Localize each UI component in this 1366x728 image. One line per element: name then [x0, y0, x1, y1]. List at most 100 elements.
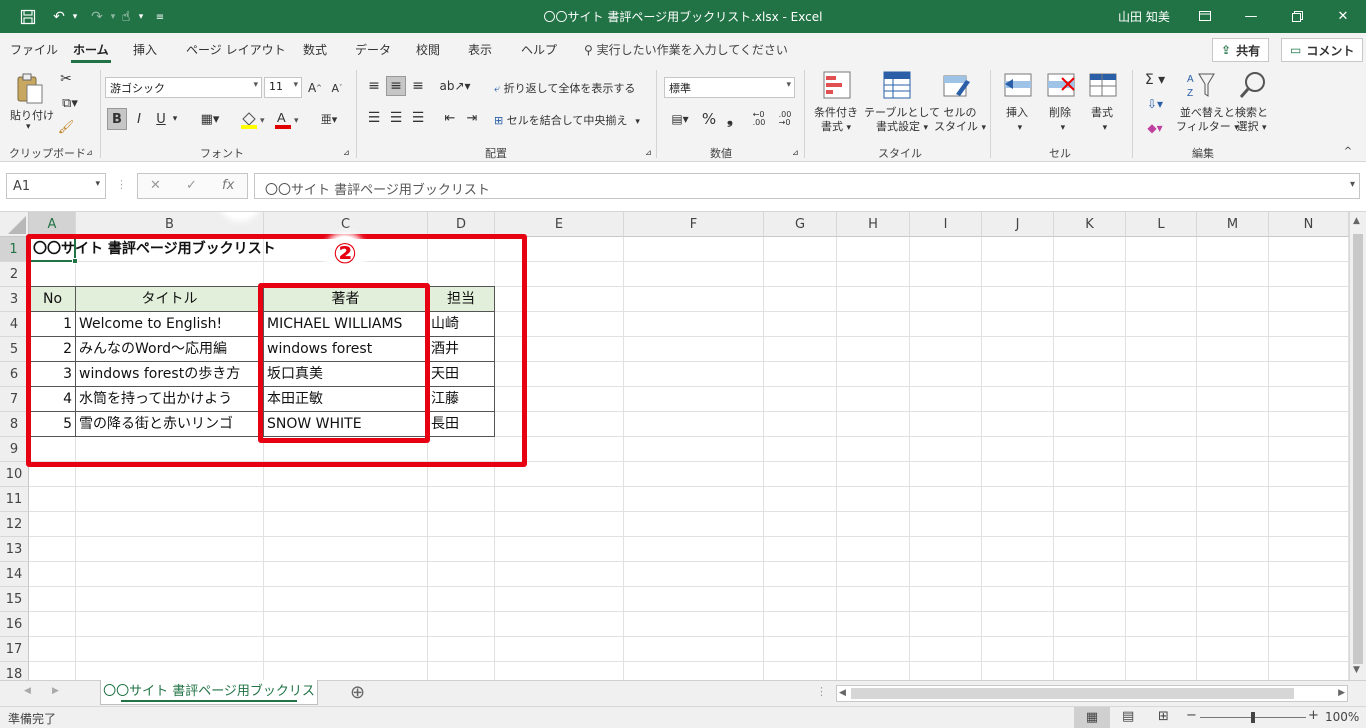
- tab-file[interactable]: ファイル: [10, 41, 58, 58]
- row-header-15[interactable]: 15: [0, 587, 29, 612]
- sort-filter-icon[interactable]: AZ: [1186, 70, 1216, 100]
- table-cell-title[interactable]: みんなのWord〜応用編: [76, 337, 263, 362]
- format-cells-button[interactable]: 書式 ▾: [1091, 106, 1113, 135]
- column-header-f[interactable]: F: [624, 212, 764, 237]
- collapse-ribbon-icon[interactable]: ^: [1340, 144, 1356, 158]
- table-cell-title[interactable]: 水筒を持って出かけよう: [76, 387, 263, 412]
- row-header-5[interactable]: 5: [0, 337, 29, 362]
- column-header-l[interactable]: L: [1126, 212, 1197, 237]
- row-header-14[interactable]: 14: [0, 562, 29, 587]
- row-header-16[interactable]: 16: [0, 612, 29, 637]
- scroll-up-icon[interactable]: ▲: [1353, 216, 1360, 226]
- paste-label[interactable]: 貼り付け: [10, 107, 54, 123]
- conditional-formatting-icon[interactable]: [822, 70, 852, 100]
- font-name-combo[interactable]: 游ゴシック ▾: [105, 77, 262, 98]
- table-cell-owner[interactable]: 長田: [428, 412, 494, 437]
- number-format-combo[interactable]: 標準 ▾: [664, 77, 795, 98]
- formula-input[interactable]: 〇〇サイト 書評ページ用ブックリスト ▾: [254, 173, 1360, 199]
- row-header-9[interactable]: 9: [0, 437, 29, 462]
- column-header-g[interactable]: G: [764, 212, 837, 237]
- tab-split-handle-icon[interactable]: ⋮: [816, 685, 827, 698]
- column-header-n[interactable]: N: [1269, 212, 1349, 237]
- row-header-17[interactable]: 17: [0, 637, 29, 662]
- accounting-format-icon[interactable]: ▤▾: [664, 108, 696, 130]
- underline-button[interactable]: U: [152, 108, 170, 130]
- decrease-decimal-icon[interactable]: .00 →0: [774, 108, 796, 130]
- column-header-d[interactable]: D: [428, 212, 495, 237]
- sheet-next-icon[interactable]: ▶: [52, 686, 59, 696]
- font-size-combo[interactable]: 11 ▾: [264, 77, 302, 98]
- table-header-title[interactable]: タイトル: [76, 287, 263, 312]
- table-cell-owner[interactable]: 山崎: [428, 312, 494, 337]
- phonetic-icon[interactable]: 亜▾: [314, 108, 344, 130]
- zoom-slider-thumb[interactable]: [1251, 712, 1255, 723]
- bold-button[interactable]: B: [107, 108, 127, 130]
- delete-cells-icon[interactable]: [1046, 70, 1076, 100]
- insert-cells-button[interactable]: 挿入 ▾: [1006, 106, 1028, 135]
- row-header-8[interactable]: 8: [0, 412, 29, 437]
- font-color-icon[interactable]: A ▾: [272, 108, 302, 130]
- paste-dropdown-icon[interactable]: ▾: [26, 122, 31, 132]
- expand-formula-icon[interactable]: ▾: [1350, 179, 1355, 190]
- table-cell-title[interactable]: 雪の降る街と赤いリンゴ: [76, 412, 263, 437]
- tab-review[interactable]: 校閲: [416, 41, 440, 58]
- align-top-icon[interactable]: ≡: [364, 76, 384, 96]
- row-header-1[interactable]: 1: [0, 237, 29, 262]
- insert-function-icon[interactable]: fx: [222, 178, 234, 193]
- table-cell-author[interactable]: windows forest: [264, 337, 427, 362]
- align-left-icon[interactable]: ☰: [364, 108, 384, 128]
- font-shrink-icon[interactable]: Aˇ: [328, 78, 346, 98]
- align-middle-icon[interactable]: ≡: [386, 76, 406, 96]
- table-cell-owner[interactable]: 天田: [428, 362, 494, 387]
- tab-data[interactable]: データ: [355, 41, 391, 58]
- scroll-down-icon[interactable]: ▼: [1353, 665, 1360, 675]
- column-header-j[interactable]: J: [982, 212, 1054, 237]
- italic-button[interactable]: I: [130, 108, 148, 130]
- copy-icon[interactable]: ⧉▾: [57, 94, 83, 112]
- row-header-7[interactable]: 7: [0, 387, 29, 412]
- column-header-i[interactable]: I: [910, 212, 982, 237]
- zoom-in-icon[interactable]: +: [1308, 708, 1319, 723]
- sheet-prev-icon[interactable]: ◀: [24, 686, 31, 696]
- underline-dropdown-icon[interactable]: ▾: [170, 108, 180, 130]
- fill-color-icon[interactable]: ▾: [238, 108, 268, 130]
- sort-filter-button[interactable]: 並べ替えと フィルター ▾: [1176, 106, 1239, 135]
- table-cell-title[interactable]: windows forestの歩き方: [76, 362, 263, 387]
- table-cell-no[interactable]: 2: [30, 337, 75, 362]
- table-cell-owner[interactable]: 江藤: [428, 387, 494, 412]
- page-layout-view-icon[interactable]: ▤: [1122, 709, 1134, 724]
- table-cell-no[interactable]: 1: [30, 312, 75, 337]
- row-header-13[interactable]: 13: [0, 537, 29, 562]
- table-cell-title[interactable]: Welcome to English!: [76, 312, 263, 337]
- comment-button[interactable]: ▭ コメント: [1281, 38, 1364, 62]
- cell-styles-icon[interactable]: [942, 70, 972, 100]
- fill-icon[interactable]: ⇩▾: [1140, 94, 1170, 114]
- merge-center-button[interactable]: ⊞ セルを結合して中央揃え ▾: [494, 112, 640, 128]
- orientation-icon[interactable]: ab↗▾: [439, 76, 470, 96]
- minimize-icon[interactable]: —: [1236, 5, 1266, 27]
- ribbon-display-icon[interactable]: [1190, 5, 1220, 27]
- align-center-icon[interactable]: ☰: [386, 108, 406, 128]
- format-cells-icon[interactable]: [1088, 70, 1118, 100]
- tab-view[interactable]: 表示: [468, 41, 492, 58]
- close-icon[interactable]: ✕: [1328, 5, 1358, 27]
- table-cell-author[interactable]: MICHAEL WILLIAMS: [264, 312, 427, 337]
- comma-style-icon[interactable]: ❟: [722, 108, 738, 130]
- zoom-out-icon[interactable]: −: [1186, 708, 1197, 723]
- row-header-3[interactable]: 3: [0, 287, 29, 312]
- column-header-m[interactable]: M: [1197, 212, 1269, 237]
- row-header-11[interactable]: 11: [0, 487, 29, 512]
- column-header-h[interactable]: H: [837, 212, 910, 237]
- sheet-tab-active[interactable]: 〇〇サイト 書評ページ用ブックリスト: [100, 680, 318, 723]
- select-all-corner[interactable]: [0, 212, 29, 237]
- format-as-table-icon[interactable]: [882, 70, 912, 100]
- row-header-10[interactable]: 10: [0, 462, 29, 487]
- borders-icon[interactable]: ▦▾: [194, 108, 226, 130]
- column-header-e[interactable]: E: [495, 212, 624, 237]
- table-cell-no[interactable]: 3: [30, 362, 75, 387]
- name-box[interactable]: A1 ▾: [6, 173, 106, 199]
- tab-help[interactable]: ヘルプ: [521, 41, 557, 58]
- table-header-owner[interactable]: 担当: [428, 287, 494, 312]
- vertical-scrollbar[interactable]: ▲ ▼: [1349, 212, 1366, 680]
- table-cell-no[interactable]: 5: [30, 412, 75, 437]
